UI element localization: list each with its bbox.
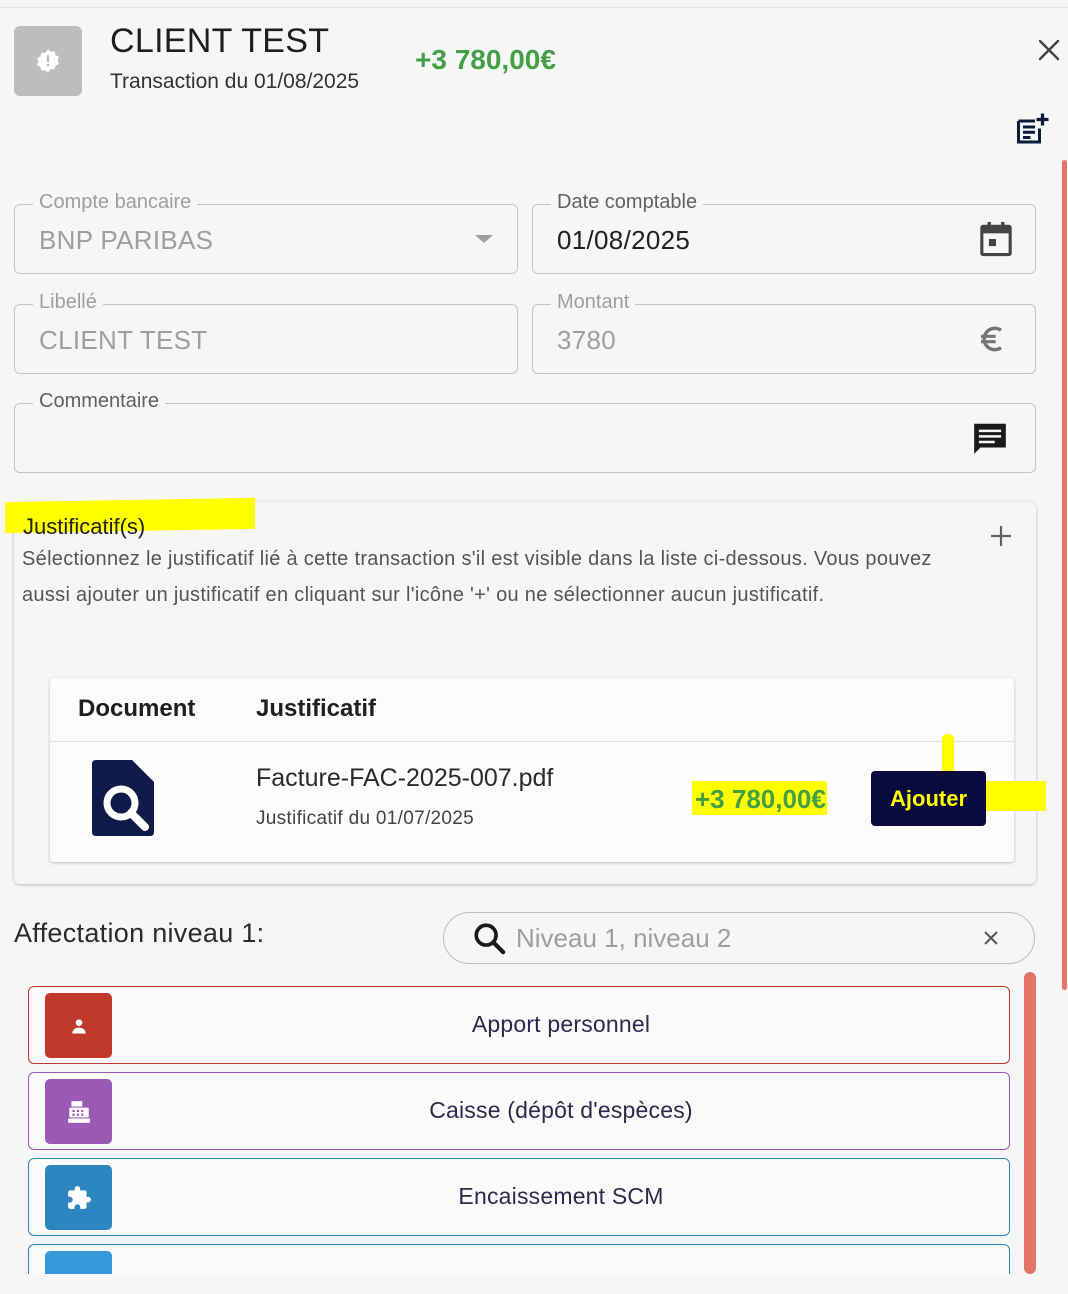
label-field-label: Libellé (33, 291, 103, 314)
comment-icon[interactable] (971, 419, 1009, 457)
category-tile (45, 1251, 112, 1274)
search-icon (472, 920, 506, 961)
accounting-date-field[interactable]: Date comptable 01/08/2025 (532, 191, 1036, 274)
table-header-divider (50, 741, 1014, 742)
column-header-document: Document (78, 695, 196, 722)
comment-field-label: Commentaire (33, 390, 166, 413)
accounting-date-value: 01/08/2025 (557, 225, 691, 255)
category-label: Apport personnel (471, 1011, 651, 1037)
transaction-title: CLIENT TEST (110, 22, 330, 60)
category-list-scrollbar[interactable] (1024, 972, 1036, 1274)
category-caisse[interactable]: Caisse (dépôt d'espèces) (28, 1072, 1010, 1150)
category-apport-personnel[interactable]: Apport personnel (28, 986, 1010, 1064)
justificatif-date: Justificatif du 01/07/2025 (256, 808, 474, 829)
close-button[interactable] (1033, 34, 1065, 66)
bank-account-label: Compte bancaire (33, 191, 198, 214)
panel-scrollbar[interactable] (1062, 160, 1067, 990)
category-label: Caisse (dépôt d'espèces) (429, 1097, 693, 1123)
clear-icon (984, 931, 998, 945)
document-search-icon[interactable] (92, 760, 154, 836)
amount-field-label: Montant (551, 291, 636, 314)
affectation-search[interactable] (443, 912, 1035, 964)
transaction-amount: +3 780,00€ (415, 44, 556, 75)
justificatif-file-name[interactable]: Facture-FAC-2025-007.pdf (256, 764, 553, 793)
affectation-label: Affectation niveau 1: (14, 918, 265, 948)
label-field[interactable]: Libellé CLIENT TEST (14, 291, 518, 374)
transaction-avatar (14, 26, 82, 96)
column-header-justificatif: Justificatif (256, 695, 377, 722)
transaction-date: Transaction du 01/08/2025 (110, 70, 360, 93)
bank-account-value: BNP PARIBAS (39, 225, 214, 255)
note-add-icon (1017, 113, 1049, 144)
euro-icon (977, 323, 1009, 355)
comment-field[interactable]: Commentaire (14, 390, 1036, 473)
accounting-date-label: Date comptable (551, 191, 704, 214)
affectation-search-input[interactable] (516, 921, 956, 955)
category-encaissement-scm[interactable]: Encaissement SCM (28, 1158, 1010, 1236)
category-list: Apport personnel Caisse (dépôt d'espèces… (28, 986, 1011, 1274)
ajouter-button[interactable]: Ajouter (871, 771, 986, 826)
alert-badge-icon (37, 49, 59, 73)
category-next-partial[interactable] (28, 1244, 1010, 1274)
category-label: Encaissement SCM (458, 1183, 664, 1209)
dropdown-arrow-icon[interactable] (473, 233, 495, 245)
top-divider (0, 7, 1068, 8)
add-justificatif-button[interactable] (985, 520, 1017, 552)
puzzle-icon (45, 1165, 112, 1230)
amount-field-value: 3780 (557, 325, 617, 355)
justificatifs-title: Justificatif(s) (23, 514, 146, 539)
search-clear-button[interactable] (978, 925, 1004, 951)
bank-account-select[interactable]: Compte bancaire BNP PARIBAS (14, 191, 518, 274)
label-field-value: CLIENT TEST (39, 325, 208, 355)
amount-field[interactable]: Montant 3780 (532, 291, 1036, 374)
add-note-button[interactable] (1012, 110, 1052, 150)
justificatifs-description: Sélectionnez le justificatif lié à cette… (22, 548, 932, 606)
person-icon (45, 993, 112, 1058)
cash-register-icon (45, 1079, 112, 1144)
justificatif-amount: +3 780,00€ (695, 784, 826, 814)
plus-icon (991, 526, 1011, 546)
calendar-icon[interactable] (979, 220, 1013, 258)
close-icon (1038, 39, 1060, 61)
